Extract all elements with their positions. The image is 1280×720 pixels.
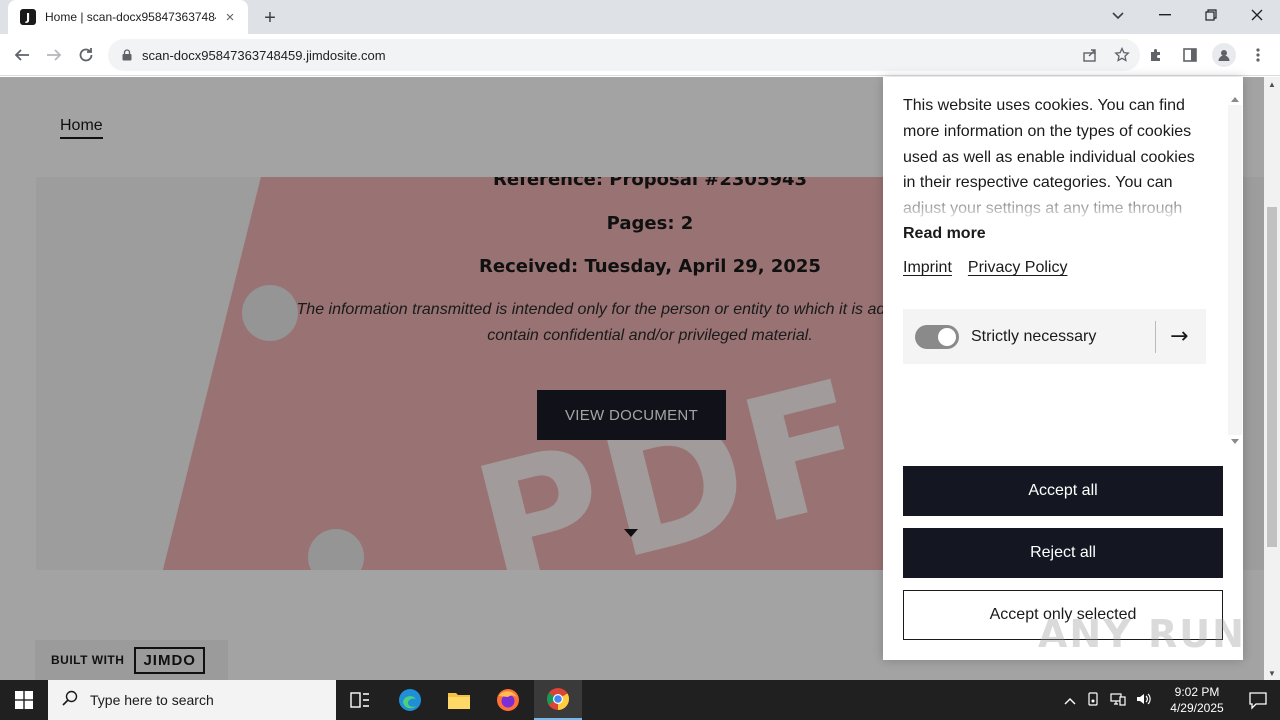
system-tray: 9:02 PM 4/29/2025	[1064, 680, 1232, 720]
close-window-button[interactable]	[1234, 0, 1280, 30]
strictly-necessary-toggle[interactable]	[915, 324, 959, 349]
reject-all-button[interactable]: Reject all	[903, 528, 1223, 578]
url-text: scan-docx95847363748459.jimdosite.com	[142, 47, 386, 63]
tab-title: Home | scan-docx958473637484	[45, 10, 216, 24]
tab-close-icon[interactable]: ×	[222, 9, 238, 26]
forward-arrow-icon[interactable]	[42, 43, 66, 67]
cookie-description: This website uses cookies. You can find …	[903, 93, 1198, 217]
imprint-link[interactable]: Imprint	[903, 259, 952, 277]
category-label: Strictly necessary	[971, 327, 1097, 345]
taskbar-search-box[interactable]: Type here to search	[48, 680, 336, 720]
windows-start-icon[interactable]	[0, 680, 48, 720]
minimize-button[interactable]	[1142, 0, 1188, 30]
system-clock[interactable]: 9:02 PM 4/29/2025	[1162, 684, 1232, 716]
restore-button[interactable]	[1188, 0, 1234, 30]
tray-expand-chevron-icon[interactable]	[1064, 693, 1076, 708]
profile-avatar-icon[interactable]	[1212, 43, 1236, 67]
cookie-category-strictly-necessary: Strictly necessary →	[903, 309, 1206, 364]
share-icon[interactable]	[1080, 45, 1100, 65]
network-icon[interactable]	[1110, 692, 1126, 709]
chrome-icon[interactable]	[534, 680, 582, 720]
cookie-scroll-area[interactable]: This website uses cookies. You can find …	[903, 93, 1208, 368]
back-arrow-icon[interactable]	[10, 43, 34, 67]
extensions-puzzle-icon[interactable]	[1144, 43, 1168, 67]
side-panel-icon[interactable]	[1178, 43, 1202, 67]
device-icon[interactable]	[1086, 691, 1100, 709]
lock-icon[interactable]	[120, 48, 134, 62]
firefox-icon[interactable]	[484, 680, 532, 720]
new-tab-button[interactable]: +	[258, 6, 282, 30]
bookmark-star-icon[interactable]	[1112, 45, 1132, 65]
file-explorer-icon[interactable]	[435, 680, 483, 720]
clock-date: 4/29/2025	[1170, 701, 1224, 715]
category-expand-arrow-icon[interactable]: →	[1170, 324, 1192, 349]
clock-time: 9:02 PM	[1174, 685, 1220, 699]
browser-titlebar: J Home | scan-docx958473637484 × +	[0, 0, 1280, 34]
search-icon	[62, 690, 78, 711]
cookie-scrollbar[interactable]	[1228, 93, 1242, 448]
task-view-icon[interactable]	[336, 680, 384, 720]
anyrun-watermark: ANY RUN	[1038, 612, 1246, 656]
browser-tab-active[interactable]: J Home | scan-docx958473637484 ×	[8, 0, 248, 34]
tab-search-chevron-icon[interactable]	[1106, 6, 1130, 26]
volume-icon[interactable]	[1136, 692, 1152, 709]
notification-center-icon[interactable]	[1248, 690, 1268, 710]
address-bar[interactable]: scan-docx95847363748459.jimdosite.com	[108, 39, 1140, 71]
page-scrollbar[interactable]: ▲ ▼	[1264, 77, 1280, 680]
windows-taskbar: Type here to search 9:02 PM 4/29/2025	[0, 680, 1280, 720]
scroll-up-icon[interactable]: ▲	[1264, 77, 1280, 91]
browser-toolbar: scan-docx95847363748459.jimdosite.com	[0, 34, 1280, 76]
cookie-consent-panel: This website uses cookies. You can find …	[883, 77, 1243, 660]
reload-icon[interactable]	[74, 43, 98, 67]
accept-all-button[interactable]: Accept all	[903, 466, 1223, 516]
jimdo-favicon-icon: J	[20, 9, 36, 25]
edge-browser-icon[interactable]	[386, 680, 434, 720]
scroll-down-icon[interactable]: ▼	[1264, 666, 1280, 680]
scrollbar-thumb[interactable]	[1267, 207, 1277, 547]
privacy-policy-link[interactable]: Privacy Policy	[968, 259, 1068, 277]
read-more-link[interactable]: Read more	[903, 225, 1208, 243]
search-placeholder: Type here to search	[90, 692, 214, 708]
browser-menu-icon[interactable]	[1246, 43, 1270, 67]
